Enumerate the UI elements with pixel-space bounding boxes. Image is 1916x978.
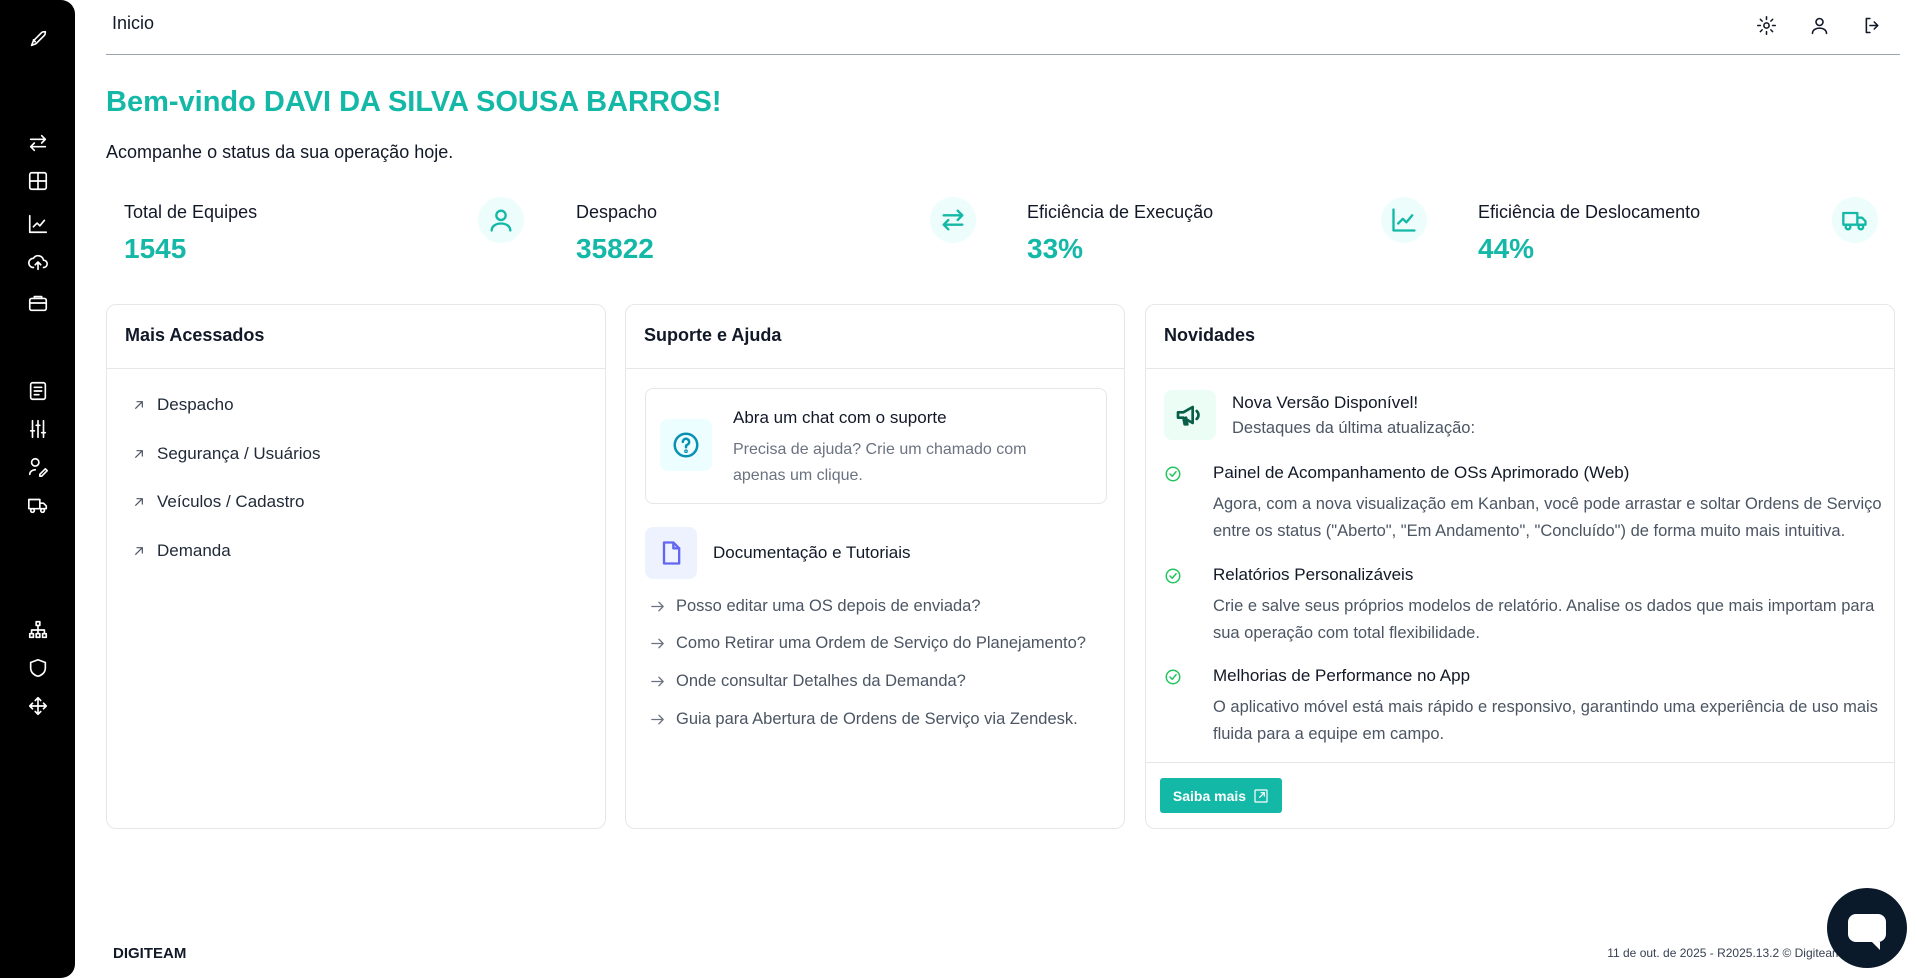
stat-label: Eficiência de Execução bbox=[1027, 202, 1214, 222]
doc-link-label: Posso editar uma OS depois de enviada? bbox=[676, 597, 981, 615]
chat-bubble-icon bbox=[1848, 914, 1886, 950]
support-chat-button[interactable]: Abra um chat com o suporte Precisa de aj… bbox=[645, 388, 1107, 504]
quick-link-seguranca[interactable]: Segurança / Usuários bbox=[131, 444, 320, 464]
footer-brand: DIGITEAM bbox=[113, 945, 187, 962]
news-headline: Nova Versão Disponível! bbox=[1232, 393, 1419, 412]
stat-value: 35822 bbox=[576, 233, 654, 264]
megaphone-icon bbox=[1164, 390, 1216, 440]
quick-link-despacho[interactable]: Despacho bbox=[131, 395, 234, 415]
stat-card-travel: Eficiência de Deslocamento 44% bbox=[1460, 195, 1900, 275]
stat-value: 1545 bbox=[124, 233, 187, 264]
rocket-icon[interactable] bbox=[25, 26, 51, 52]
news-item-description: Crie e salve seus próprios modelos de re… bbox=[1213, 597, 1875, 642]
card-title: Novidades bbox=[1146, 305, 1894, 369]
cloud-upload-icon[interactable] bbox=[25, 249, 51, 275]
footer-version: 11 de out. de 2025 - R2025.13.2 © Digite… bbox=[1607, 946, 1842, 960]
doc-link-label: Como Retirar uma Ordem de Serviço do Pla… bbox=[676, 634, 1086, 652]
page-title: Inicio bbox=[112, 13, 155, 33]
document-list-icon[interactable] bbox=[25, 378, 51, 404]
chart-line-icon bbox=[1381, 197, 1427, 243]
link-label: Segurança / Usuários bbox=[157, 444, 321, 463]
most-accessed-card: Mais Acessados Despacho Segurança / Usuá… bbox=[106, 304, 606, 829]
document-icon bbox=[645, 527, 697, 579]
news-subheadline: Destaques da última atualização: bbox=[1232, 419, 1476, 437]
truck-icon[interactable] bbox=[25, 492, 51, 518]
chat-description: Precisa de ajuda? Crie um chamado com ap… bbox=[733, 441, 1027, 484]
stat-label: Despacho bbox=[576, 202, 658, 222]
arrow-up-right-icon bbox=[135, 401, 143, 409]
sidebar bbox=[0, 0, 75, 978]
stat-label: Eficiência de Deslocamento bbox=[1478, 202, 1701, 222]
check-circle-icon bbox=[1164, 668, 1182, 686]
arrow-right-icon bbox=[651, 638, 664, 649]
news-item-title: Melhorias de Performance no App bbox=[1213, 666, 1471, 685]
check-circle-icon bbox=[1164, 465, 1182, 483]
learn-more-button[interactable]: Saiba mais bbox=[1160, 778, 1282, 813]
arrow-up-right-icon bbox=[135, 498, 143, 506]
stat-value: 44% bbox=[1478, 233, 1535, 264]
doc-link[interactable]: Como Retirar uma Ordem de Serviço do Pla… bbox=[649, 634, 1086, 653]
docs-title: Documentação e Tutoriais bbox=[713, 543, 911, 562]
news-item-description: Agora, com a nova visualização em Kanban… bbox=[1213, 495, 1882, 540]
chart-line-icon[interactable] bbox=[25, 211, 51, 237]
stat-card-teams: Total de Equipes 1545 bbox=[106, 195, 546, 275]
stat-value: 33% bbox=[1027, 233, 1084, 264]
link-label: Despacho bbox=[157, 395, 234, 414]
check-circle-icon bbox=[1164, 567, 1182, 585]
stat-card-execution: Eficiência de Execução 33% bbox=[1009, 195, 1449, 275]
sliders-icon[interactable] bbox=[25, 416, 51, 442]
arrow-up-right-icon bbox=[135, 450, 143, 458]
doc-link-label: Guia para Abertura de Ordens de Serviço … bbox=[676, 710, 1078, 728]
welcome-subtitle: Acompanhe o status da sua operação hoje. bbox=[106, 142, 454, 162]
learn-more-label: Saiba mais bbox=[1172, 787, 1247, 804]
doc-link-label: Onde consultar Detalhes da Demanda? bbox=[676, 672, 966, 690]
move-icon[interactable] bbox=[25, 693, 51, 719]
stat-card-dispatch: Despacho 35822 bbox=[558, 195, 998, 275]
briefcase-icon[interactable] bbox=[25, 290, 51, 316]
arrow-right-icon bbox=[651, 676, 664, 687]
chat-title: Abra um chat com o suporte bbox=[733, 408, 947, 427]
external-link-icon bbox=[1254, 788, 1268, 803]
news-item-description: O aplicativo móvel está mais rápido e re… bbox=[1213, 698, 1878, 743]
doc-link[interactable]: Onde consultar Detalhes da Demanda? bbox=[649, 672, 966, 691]
link-label: Demanda bbox=[157, 541, 231, 560]
news-item-title: Relatórios Personalizáveis bbox=[1213, 565, 1414, 584]
card-title: Mais Acessados bbox=[107, 305, 605, 369]
user-edit-icon[interactable] bbox=[25, 454, 51, 480]
stat-label: Total de Equipes bbox=[124, 202, 258, 222]
card-title: Suporte e Ajuda bbox=[626, 305, 1124, 369]
transfer-icon bbox=[930, 197, 976, 243]
doc-link[interactable]: Posso editar uma OS depois de enviada? bbox=[649, 597, 981, 616]
divider bbox=[1146, 762, 1894, 763]
doc-link[interactable]: Guia para Abertura de Ordens de Serviço … bbox=[649, 710, 1078, 729]
welcome-title: Bem-vindo DAVI DA SILVA SOUSA BARROS! bbox=[106, 86, 722, 118]
user-icon bbox=[478, 197, 524, 243]
user-icon[interactable] bbox=[1806, 12, 1832, 38]
topbar: Inicio bbox=[106, 0, 1900, 55]
arrow-up-right-icon bbox=[135, 547, 143, 555]
hierarchy-icon[interactable] bbox=[25, 617, 51, 643]
quick-link-demanda[interactable]: Demanda bbox=[131, 541, 231, 561]
shield-icon[interactable] bbox=[25, 655, 51, 681]
quick-link-veiculos[interactable]: Veículos / Cadastro bbox=[131, 492, 304, 512]
arrow-right-icon bbox=[651, 601, 664, 612]
grid-icon[interactable] bbox=[25, 168, 51, 194]
support-card: Suporte e Ajuda Abra um chat com o supor… bbox=[625, 304, 1125, 829]
logout-icon[interactable] bbox=[1859, 12, 1885, 38]
help-circle-icon bbox=[660, 419, 712, 471]
news-item-title: Painel de Acompanhamento de OSs Aprimora… bbox=[1213, 463, 1630, 482]
link-label: Veículos / Cadastro bbox=[157, 492, 305, 511]
truck-icon bbox=[1832, 197, 1878, 243]
arrow-right-icon bbox=[651, 714, 664, 725]
chat-widget-button[interactable] bbox=[1827, 888, 1907, 968]
transfer-icon[interactable] bbox=[25, 130, 51, 156]
news-card: Novidades Nova Versão Disponível! Destaq… bbox=[1145, 304, 1895, 829]
settings-icon[interactable] bbox=[1753, 12, 1779, 38]
